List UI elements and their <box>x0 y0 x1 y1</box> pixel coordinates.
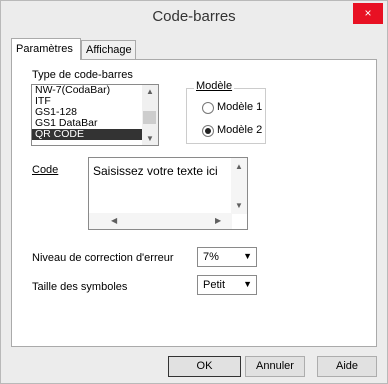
scroll-up-icon[interactable]: ▲ <box>146 87 154 96</box>
symbol-size-value: Petit <box>203 279 226 291</box>
scroll-up-icon[interactable]: ▲ <box>235 162 243 171</box>
dialog-window: Code-barres × Paramètres Affichage Type … <box>0 0 388 384</box>
radio-selected-dot <box>205 128 211 134</box>
dialog-title: Code-barres <box>152 8 236 25</box>
list-item-selected[interactable]: QR CODE <box>32 129 158 140</box>
tab-affichage[interactable]: Affichage <box>81 40 136 59</box>
symbol-size-label: Taille des symboles <box>32 281 128 293</box>
correction-level-label: Niveau de correction d'erreur <box>32 252 174 264</box>
list-item[interactable]: NW-7(CodaBar) <box>32 85 158 96</box>
chevron-down-icon: ▼ <box>243 279 252 289</box>
code-textarea[interactable]: Saisissez votre texte ici ▲ ▼ ◀ ▶ <box>88 157 248 230</box>
barcode-type-listbox[interactable]: NW-7(CodaBar) ITF GS1-128 GS1 DataBar QR… <box>31 84 159 146</box>
model-2-radio[interactable] <box>202 125 214 137</box>
title-bar: Code-barres × <box>1 1 387 33</box>
scrollbar-thumb[interactable] <box>143 111 156 124</box>
help-button[interactable]: Aide <box>317 356 377 377</box>
ok-button[interactable]: OK <box>168 356 241 377</box>
close-button[interactable]: × <box>353 3 383 24</box>
scroll-right-icon[interactable]: ▶ <box>215 216 221 225</box>
model-2-label[interactable]: Modèle 2 <box>217 124 262 136</box>
model-1-label[interactable]: Modèle 1 <box>217 101 262 113</box>
tab-parametres[interactable]: Paramètres <box>11 38 81 60</box>
cancel-button[interactable]: Annuler <box>245 356 305 377</box>
chevron-down-icon: ▼ <box>243 251 252 261</box>
code-label: Code <box>32 164 59 176</box>
scroll-left-icon[interactable]: ◀ <box>111 216 117 225</box>
model-1-radio[interactable] <box>202 102 214 114</box>
textarea-vertical-scrollbar[interactable]: ▲ ▼ <box>231 158 247 214</box>
barcode-type-label: Type de code-barres <box>32 69 133 81</box>
scroll-down-icon[interactable]: ▼ <box>146 134 154 143</box>
scroll-down-icon[interactable]: ▼ <box>235 201 243 210</box>
textarea-horizontal-scrollbar[interactable]: ◀ ▶ <box>89 213 232 229</box>
symbol-size-select[interactable]: Petit ▼ <box>197 275 257 295</box>
model-group-legend: Modèle <box>194 80 235 92</box>
listbox-scrollbar[interactable]: ▲ ▼ <box>142 85 158 145</box>
correction-level-select[interactable]: 7% ▼ <box>197 247 257 267</box>
code-text[interactable]: Saisissez votre texte ici <box>93 164 218 178</box>
correction-level-value: 7% <box>203 251 219 263</box>
